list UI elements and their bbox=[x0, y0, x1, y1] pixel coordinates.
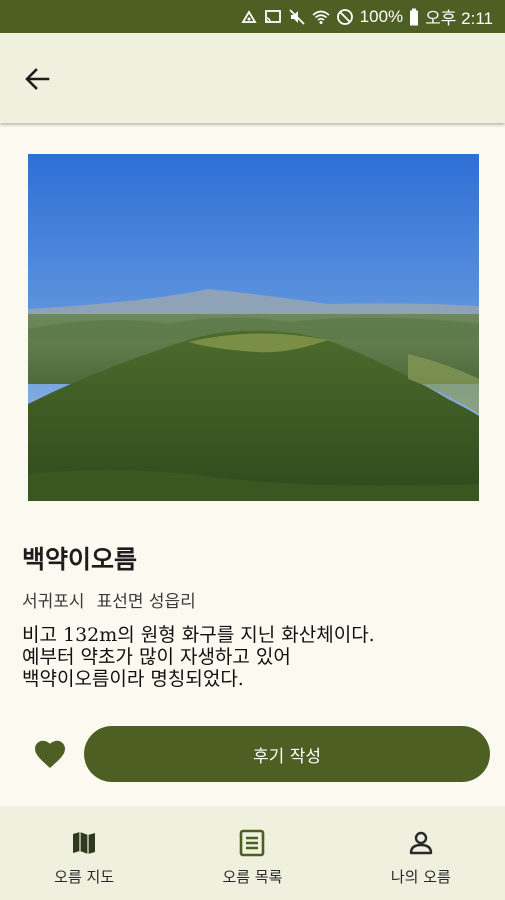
nav-label: 오름 목록 bbox=[222, 868, 283, 886]
description-line: 예부터 약초가 많이 자생하고 있어 bbox=[22, 646, 291, 668]
oreum-location: 서귀포시 표선면 성읍리 bbox=[22, 587, 196, 612]
nav-item-oreum-map[interactable]: 오름 지도 bbox=[0, 806, 168, 900]
person-icon bbox=[406, 828, 436, 858]
nav-item-oreum-list[interactable]: 오름 목록 bbox=[168, 806, 336, 900]
arrow-left-icon bbox=[25, 68, 50, 90]
mute-icon bbox=[288, 8, 306, 26]
oreum-photo bbox=[28, 154, 479, 501]
description-line: 백약이오름이라 명칭되었다. bbox=[22, 668, 244, 690]
back-button[interactable] bbox=[20, 61, 56, 97]
status-icons: 100% 오후 2:11 bbox=[240, 0, 493, 33]
app-bar bbox=[0, 33, 505, 123]
map-icon bbox=[69, 828, 99, 858]
battery-percent: 100% bbox=[359, 6, 404, 26]
bottom-navigation: 오름 지도 오름 목록 나의 오름 bbox=[0, 806, 505, 900]
nav-label: 나의 오름 bbox=[390, 868, 451, 886]
oreum-description: 비고 132m의 원형 화구를 지닌 화산체이다. 예부터 약초가 많이 자생하… bbox=[22, 624, 482, 690]
heart-icon bbox=[35, 740, 65, 768]
nav-item-my-oreum[interactable]: 나의 오름 bbox=[337, 806, 505, 900]
oreum-name: 백약이오름 bbox=[22, 546, 138, 574]
favorite-button[interactable] bbox=[34, 739, 66, 769]
status-bar: 100% 오후 2:11 bbox=[0, 0, 505, 33]
cast-icon bbox=[264, 8, 282, 26]
list-icon bbox=[237, 828, 267, 858]
android-debug-icon bbox=[240, 8, 258, 26]
battery-icon bbox=[409, 8, 419, 26]
nav-label: 오름 지도 bbox=[54, 868, 115, 886]
location-detail: 표선면 성읍리 bbox=[96, 592, 196, 612]
status-time: 오후 2:11 bbox=[425, 9, 493, 28]
write-review-button[interactable]: 후기 작성 bbox=[84, 726, 490, 782]
wifi-icon bbox=[312, 8, 330, 26]
description-line: 비고 132m의 원형 화구를 지닌 화산체이다. bbox=[22, 624, 375, 646]
location-city: 서귀포시 bbox=[22, 592, 85, 612]
do-not-disturb-icon bbox=[336, 8, 354, 26]
